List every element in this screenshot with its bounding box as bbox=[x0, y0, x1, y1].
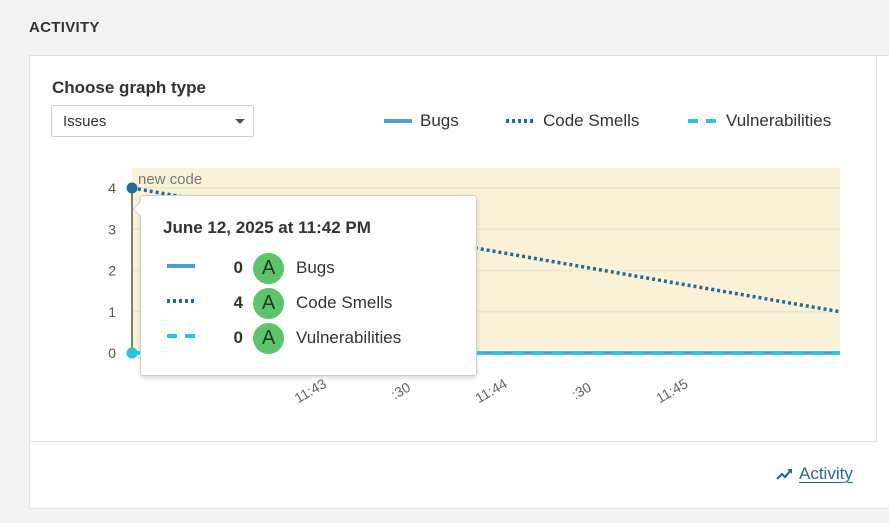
tooltip-metric-name: Bugs bbox=[296, 258, 335, 277]
x-tick-label: 11:45 bbox=[653, 375, 691, 406]
chart-tooltip: June 12, 2025 at 11:42 PM 0 A Bugs 4 A C… bbox=[133, 195, 477, 376]
dashed-line-icon bbox=[167, 334, 197, 338]
x-tick-label: :30 bbox=[569, 379, 594, 403]
data-point-vulnerabilities bbox=[126, 347, 138, 359]
tooltip-value: 0 bbox=[233, 258, 243, 277]
tooltip-row-bugs: 0 A Bugs bbox=[141, 253, 476, 284]
x-tick-label: 11:43 bbox=[292, 375, 330, 406]
y-tick-label: 0 bbox=[108, 345, 116, 361]
tooltip-metric-name: Code Smells bbox=[296, 293, 393, 312]
dotted-line-icon bbox=[167, 299, 196, 303]
x-tick-label: 11:44 bbox=[472, 375, 510, 406]
tooltip-row-vulnerabilities: 0 A Vulnerabilities bbox=[141, 323, 476, 354]
tooltip-row-code-smells: 4 A Code Smells bbox=[141, 288, 476, 319]
x-tick-label: :30 bbox=[388, 379, 413, 403]
activity-link[interactable]: Activity bbox=[776, 464, 853, 484]
data-point-code-smells bbox=[126, 182, 138, 194]
tooltip-value: 4 bbox=[233, 293, 243, 312]
tooltip-value: 0 bbox=[233, 328, 243, 347]
y-tick-label: 3 bbox=[108, 221, 116, 237]
tooltip-date: June 12, 2025 at 11:42 PM bbox=[163, 218, 371, 237]
y-tick-label: 1 bbox=[108, 304, 116, 320]
rating-badge: A bbox=[253, 323, 284, 354]
tooltip-metric-name: Vulnerabilities bbox=[296, 328, 402, 347]
activity-link-label: Activity bbox=[799, 464, 853, 483]
trend-line-icon bbox=[776, 469, 792, 480]
rating-badge: A bbox=[253, 253, 284, 284]
new-code-annotation: new code bbox=[138, 171, 202, 188]
tooltip-arrow-fill bbox=[134, 201, 142, 217]
y-tick-label: 4 bbox=[108, 180, 116, 196]
rating-badge: A bbox=[253, 288, 284, 319]
y-tick-label: 2 bbox=[108, 263, 116, 279]
solid-line-icon bbox=[167, 264, 195, 268]
